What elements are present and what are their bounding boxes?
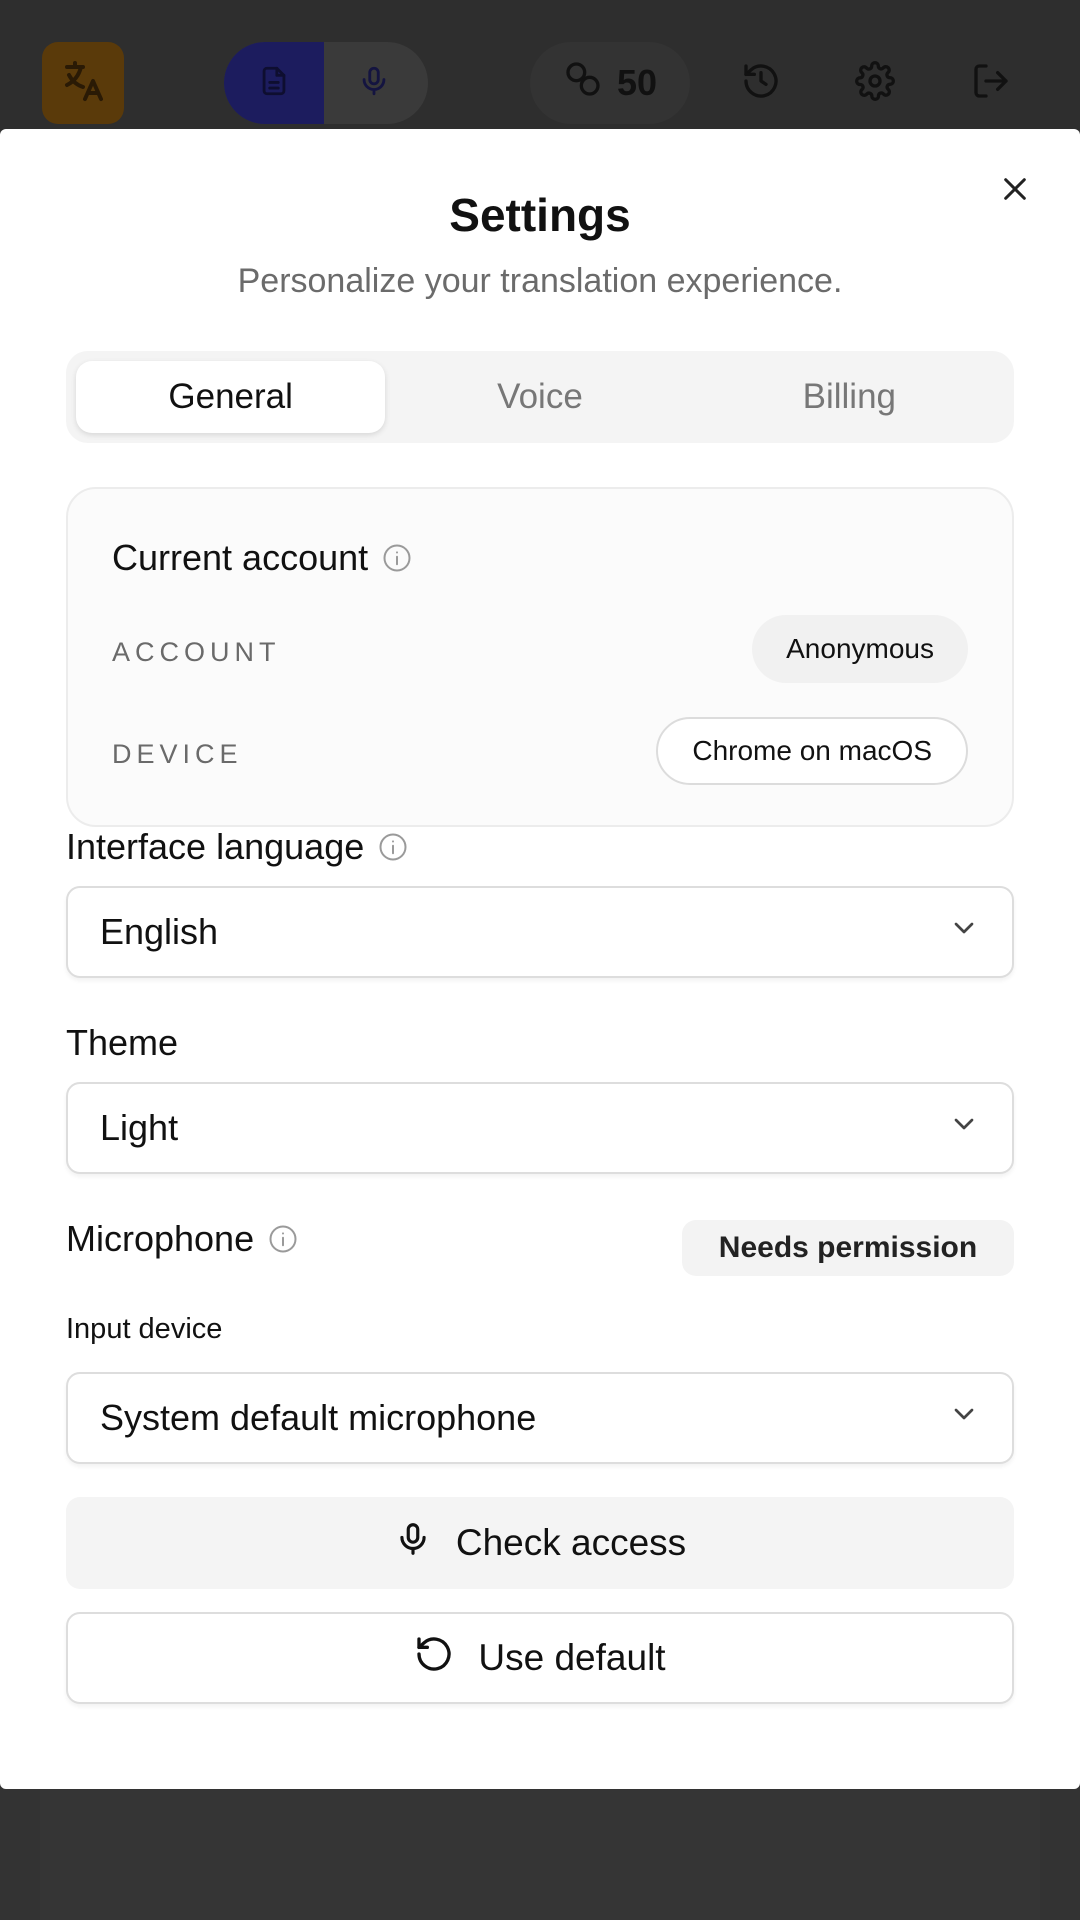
account-card: Current account ACCOUNT Anonymous DEVICE…	[66, 487, 1014, 827]
history-icon	[741, 61, 781, 106]
tab-voice[interactable]: Voice	[385, 361, 694, 433]
interface-language-select[interactable]: English	[66, 886, 1014, 978]
modal-subtitle: Personalize your translation experience.	[237, 262, 843, 300]
translate-icon	[59, 57, 107, 110]
theme-value: Light	[100, 1107, 179, 1148]
interface-language-value: English	[100, 911, 219, 952]
account-label: ACCOUNT	[112, 637, 281, 667]
info-icon[interactable]	[268, 1224, 298, 1254]
info-icon[interactable]	[382, 543, 412, 573]
microphone-label: Microphone	[66, 1218, 255, 1259]
chevron-down-icon	[948, 1107, 980, 1149]
input-device-select[interactable]: System default microphone	[66, 1372, 1014, 1464]
app-logo	[42, 42, 124, 124]
account-value-badge: Anonymous	[752, 615, 968, 683]
account-card-header: Current account	[112, 537, 412, 579]
settings-button[interactable]	[834, 42, 916, 124]
credits-button[interactable]: 50	[530, 42, 690, 124]
info-icon[interactable]	[378, 832, 408, 862]
input-device-value: System default microphone	[100, 1397, 537, 1438]
reset-icon	[414, 1634, 454, 1683]
chevron-down-icon	[948, 911, 980, 953]
tab-billing[interactable]: Billing	[695, 361, 1004, 433]
tab-general[interactable]: General	[76, 361, 386, 433]
top-bar: 50	[0, 0, 1080, 130]
microphone-label-row: Microphone	[66, 1218, 298, 1260]
history-button[interactable]	[720, 42, 802, 124]
input-device-label: Input device	[66, 1313, 223, 1345]
credits-value: 50	[616, 62, 658, 103]
settings-tabs: General Voice Billing	[66, 351, 1014, 443]
use-default-label: Use default	[478, 1637, 666, 1678]
microphone-status-badge: Needs permission	[682, 1220, 1014, 1276]
theme-label-row: Theme	[66, 1022, 178, 1064]
microphone-icon	[394, 1520, 432, 1567]
account-card-title: Current account	[112, 537, 369, 578]
modal-title: Settings	[449, 189, 631, 241]
device-value-badge: Chrome on macOS	[656, 717, 968, 785]
check-access-button[interactable]: Check access	[66, 1497, 1014, 1589]
theme-select[interactable]: Light	[66, 1082, 1014, 1174]
microphone-icon	[357, 64, 391, 103]
mode-toggle[interactable]	[224, 42, 428, 124]
gear-icon	[855, 60, 895, 106]
document-icon	[257, 64, 291, 103]
background-content	[40, 1790, 1040, 1920]
interface-language-label: Interface language	[66, 826, 365, 867]
coins-icon	[563, 59, 603, 108]
logout-icon	[971, 61, 1011, 106]
check-access-label: Check access	[455, 1522, 687, 1563]
logout-button[interactable]	[950, 42, 1032, 124]
theme-label: Theme	[66, 1022, 179, 1063]
chevron-down-icon	[948, 1397, 980, 1439]
interface-language-label-row: Interface language	[66, 826, 408, 868]
device-label: DEVICE	[112, 739, 243, 769]
voice-mode-button[interactable]	[324, 42, 424, 124]
use-default-button[interactable]: Use default	[66, 1612, 1014, 1704]
text-mode-button[interactable]	[224, 42, 324, 124]
